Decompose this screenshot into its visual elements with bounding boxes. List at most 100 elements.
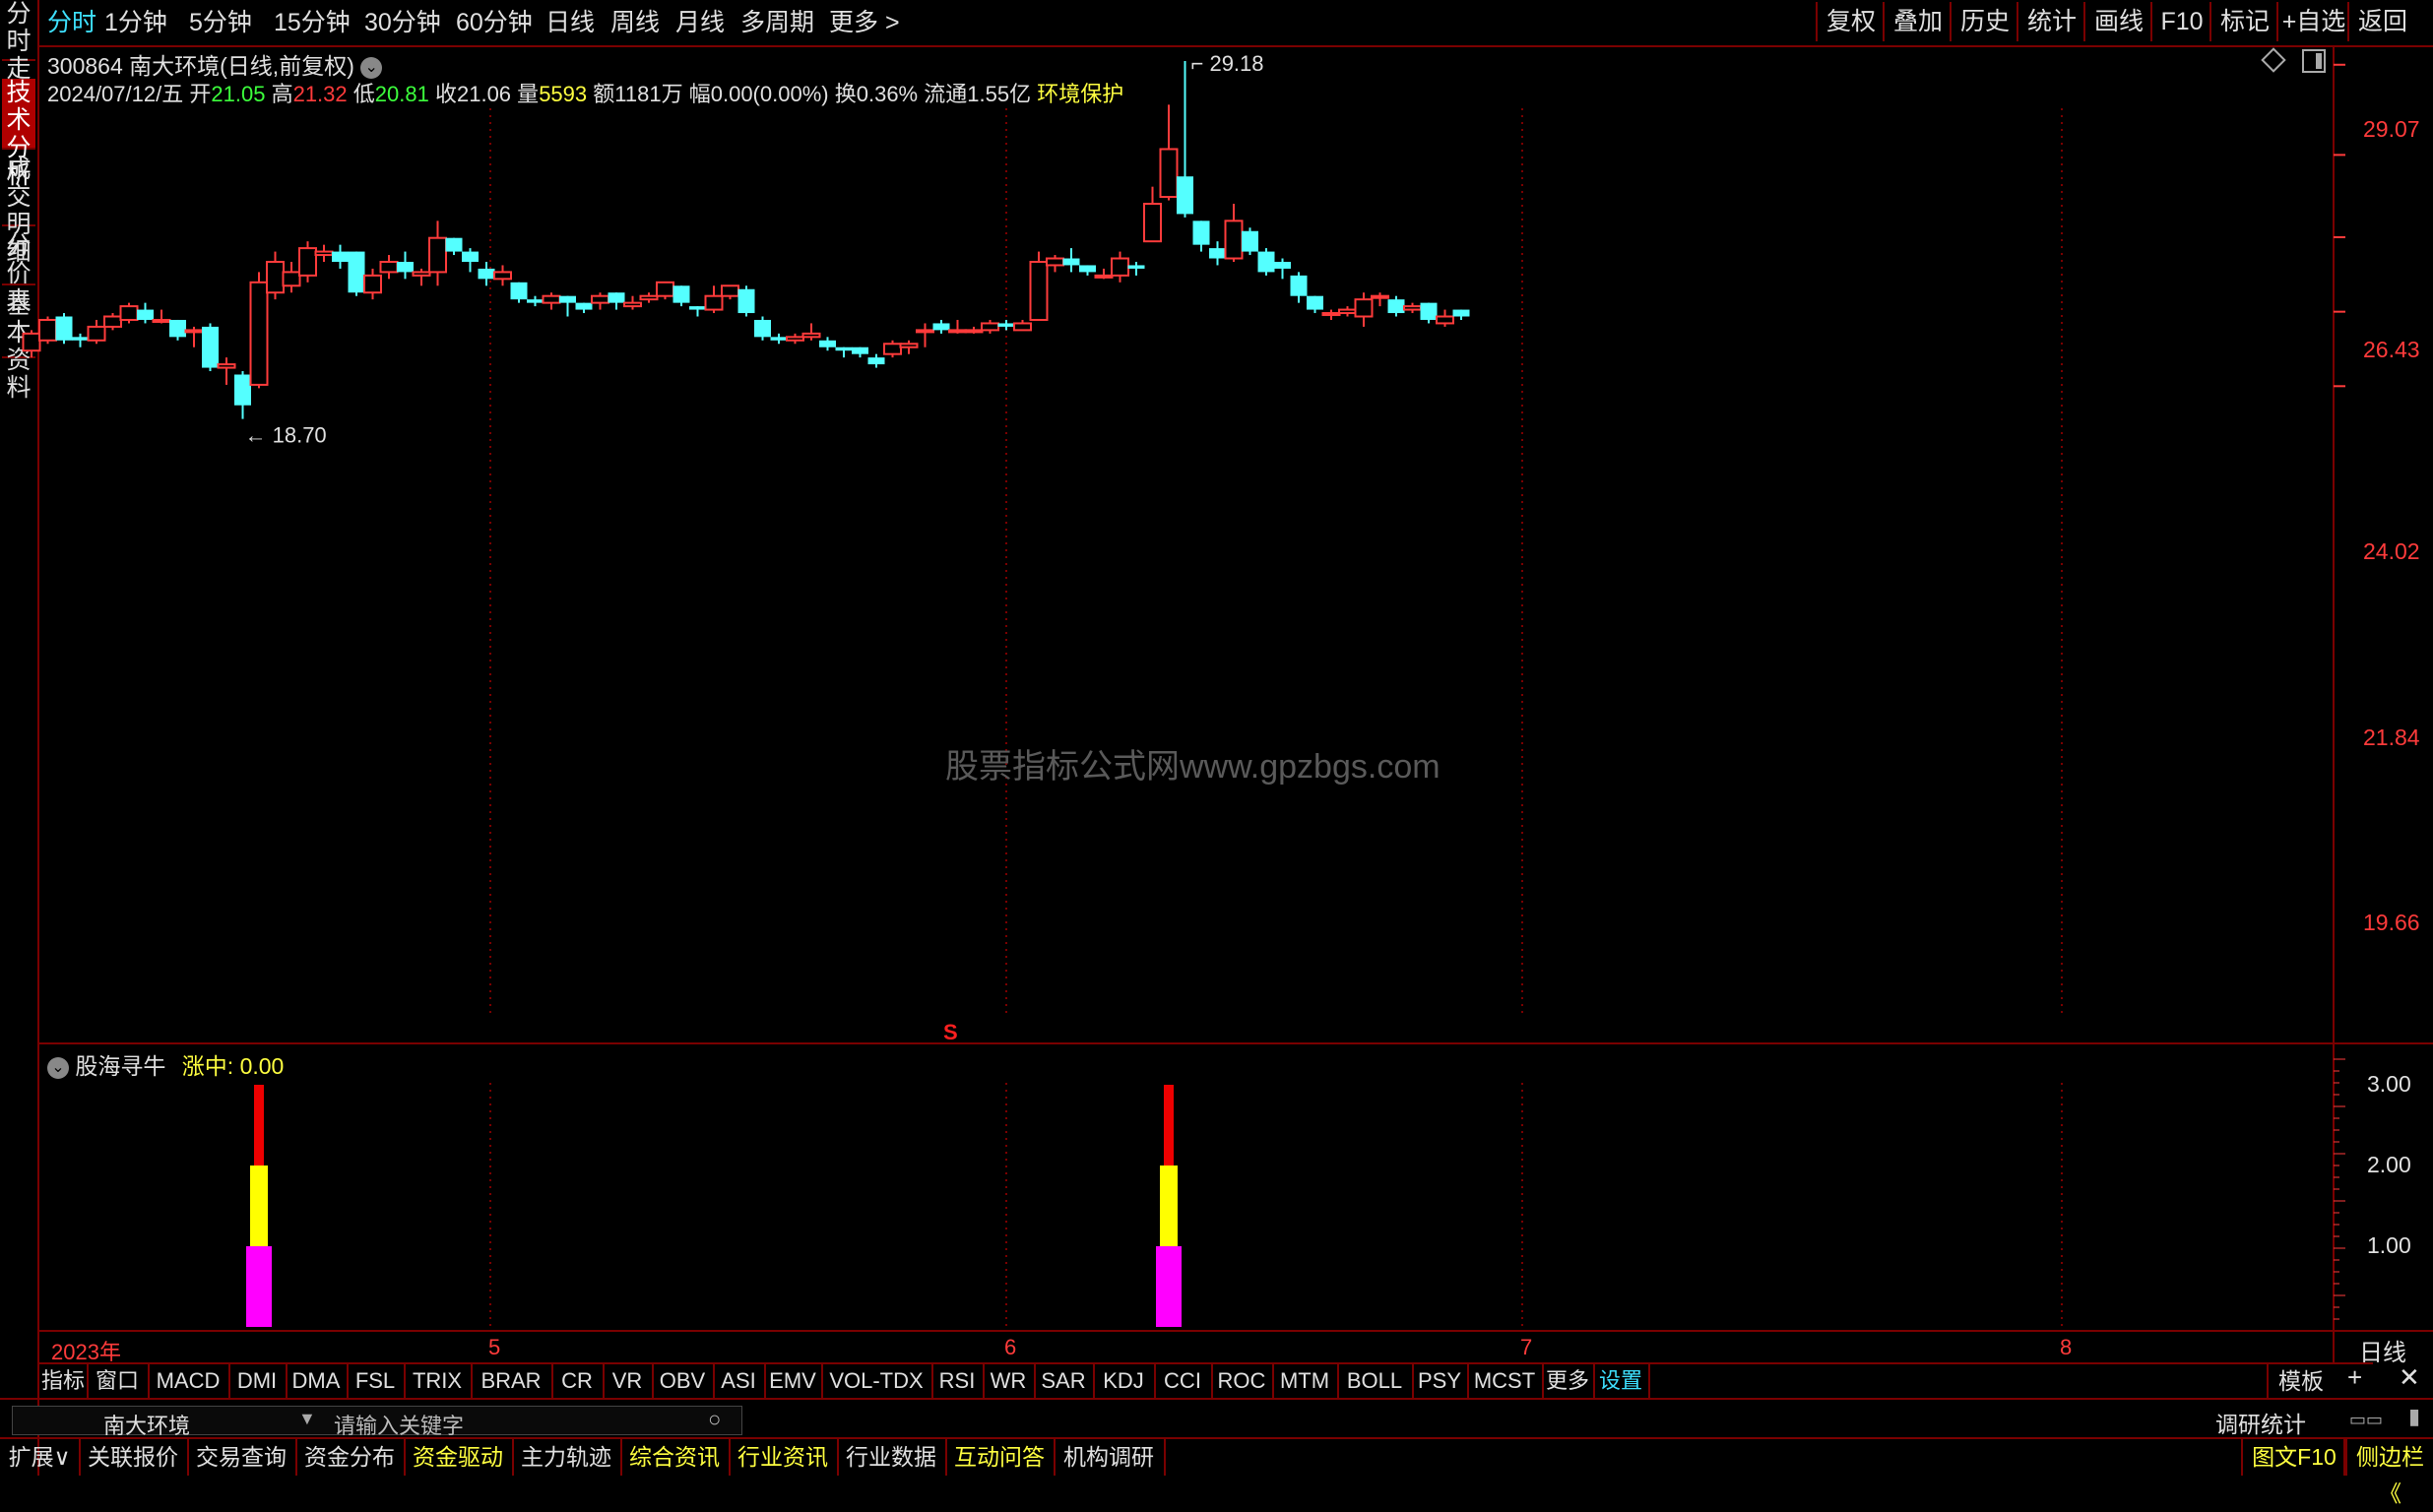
candle-body (721, 284, 739, 297)
candle-body (202, 326, 219, 368)
search-box[interactable]: 南大环境 ▼ 请输入关键字 ○ (12, 1406, 742, 1438)
candle-body (1111, 257, 1129, 277)
signal-bars-group (246, 1085, 1182, 1327)
sidebar-toggle-button[interactable]: 侧边栏《 (2343, 1439, 2433, 1506)
price-tick: 29.07 (2363, 116, 2420, 142)
candle-body (1209, 248, 1226, 259)
indicator-tab[interactable]: ROC (1211, 1364, 1274, 1398)
candle-body (1420, 302, 1438, 320)
add-icon[interactable]: + (2347, 1362, 2362, 1393)
candle-body (852, 346, 868, 354)
scroll-handle-icon[interactable]: ▮ (2408, 1404, 2420, 1429)
candle-body (363, 274, 382, 294)
candle-body (379, 260, 399, 274)
signal-bar-red (254, 1085, 264, 1166)
candle-body (656, 281, 674, 297)
kline-chart[interactable]: 股票指标公式网www.gpzbgs.com ⌐ 29.18 ← 18.70 S (0, 0, 2433, 1476)
signal-bar-red (1164, 1085, 1174, 1166)
signal-bar-yellow (1160, 1166, 1178, 1246)
bottom-tab[interactable]: 资金驱动 (404, 1439, 514, 1476)
month-label: 7 (1520, 1335, 1533, 1359)
candle-body (932, 323, 950, 331)
indicator-tab[interactable]: KDJ (1093, 1364, 1156, 1398)
indicator-tab[interactable]: ASI (713, 1364, 766, 1398)
price-tick: 26.43 (2363, 337, 2420, 362)
bottom-tab[interactable]: 交易查询 (187, 1439, 297, 1476)
indicator-tab[interactable]: DMA (286, 1364, 349, 1398)
month-label: 8 (2060, 1335, 2073, 1359)
chevron-down-icon[interactable]: ⌄ (47, 1056, 69, 1079)
candle-body (510, 282, 528, 300)
search-icon[interactable]: ○ (708, 1407, 721, 1432)
indicator-tab[interactable]: TRIX (404, 1364, 473, 1398)
candle-body (1046, 257, 1064, 267)
high-annotation: ⌐ 29.18 (1191, 51, 1264, 76)
bottom-tab[interactable]: 资金分布 (295, 1439, 406, 1476)
bottom-tab[interactable]: 互动问答 (945, 1439, 1056, 1476)
indicator-tab[interactable]: VR (603, 1364, 654, 1398)
indicator-tab[interactable]: WR (983, 1364, 1036, 1398)
survey-stats-label[interactable]: 调研统计 (2215, 1406, 2306, 1439)
indicator-tab[interactable]: MCST (1467, 1364, 1544, 1398)
indicator-tab[interactable]: 指标 (39, 1364, 89, 1398)
candle-body (1159, 148, 1179, 199)
template-button[interactable]: 模板 (2267, 1364, 2334, 1398)
candle-body (152, 318, 171, 323)
bottom-tab[interactable]: 主力轨迹 (512, 1439, 622, 1476)
candle-body (348, 251, 365, 293)
candle-body (608, 292, 625, 303)
bottom-tab[interactable]: 机构调研 (1054, 1439, 1166, 1476)
candle-body (1452, 309, 1470, 317)
candle-body (478, 268, 495, 280)
candle-body (1403, 305, 1422, 311)
indicator-tab[interactable]: BRAR (471, 1364, 553, 1398)
candle-body (55, 316, 73, 341)
indicator-tab[interactable]: SAR (1034, 1364, 1095, 1398)
indicator-tab[interactable]: 设置 (1593, 1364, 1650, 1398)
candle-body (916, 329, 934, 334)
candle-body (948, 329, 967, 334)
f10-text-button[interactable]: 图文F10 (2241, 1439, 2347, 1476)
indicator-tab[interactable]: EMV (764, 1364, 823, 1398)
indicator-tab[interactable]: RSI (931, 1364, 985, 1398)
indicator-tab[interactable]: OBV (652, 1364, 715, 1398)
indicator-tab[interactable]: PSY (1412, 1364, 1469, 1398)
candle-body (542, 294, 561, 304)
candle-body (249, 281, 269, 386)
indicator-name[interactable]: 股海寻牛 (75, 1053, 165, 1079)
price-axis-ticks (2334, 63, 2345, 1320)
indicator-header: ⌄ 股海寻牛 涨中: 0.00 (47, 1047, 284, 1081)
split-icon[interactable]: ✕ (2399, 1362, 2420, 1393)
bottom-tab[interactable]: 扩展∨ (0, 1439, 81, 1476)
candle-body (38, 318, 57, 342)
candle-body (527, 299, 544, 303)
grid-view-icon[interactable]: ▭▭ (2349, 1410, 2383, 1430)
caret-down-icon[interactable]: ▼ (298, 1409, 316, 1429)
indicator-value: 0.00 (239, 1053, 285, 1079)
signal-bar-magenta (246, 1246, 272, 1327)
search-row: 南大环境 ▼ 请输入关键字 ○ 调研统计 ▭▭ ▮ (0, 1398, 2433, 1439)
candle-body (997, 323, 1015, 327)
candle-body (835, 346, 853, 351)
indicator-tick: 1.00 (2367, 1232, 2411, 1258)
bottom-tab[interactable]: 行业数据 (837, 1439, 947, 1476)
low-annotation: ← 18.70 (245, 423, 327, 448)
candle-body (899, 343, 919, 348)
indicator-tab[interactable]: CCI (1154, 1364, 1213, 1398)
candle-body (1177, 176, 1193, 215)
indicator-tab[interactable]: MACD (148, 1364, 230, 1398)
indicator-tab[interactable]: 更多 (1542, 1364, 1595, 1398)
indicator-tab[interactable]: VOL-TDX (821, 1364, 933, 1398)
bottom-tab[interactable]: 综合资讯 (620, 1439, 731, 1476)
search-input[interactable]: 请输入关键字 (334, 1409, 464, 1440)
indicator-tab[interactable]: 窗口 (87, 1364, 150, 1398)
bottom-tab[interactable]: 行业资讯 (729, 1439, 839, 1476)
indicator-tab[interactable]: DMI (228, 1364, 288, 1398)
indicator-tab[interactable]: CR (551, 1364, 605, 1398)
price-tick: 19.66 (2363, 910, 2420, 935)
bottom-tab[interactable]: 关联报价 (79, 1439, 189, 1476)
candle-body (786, 336, 804, 342)
indicator-tab[interactable]: FSL (347, 1364, 406, 1398)
indicator-tab[interactable]: MTM (1272, 1364, 1339, 1398)
indicator-tab[interactable]: BOLL (1337, 1364, 1414, 1398)
